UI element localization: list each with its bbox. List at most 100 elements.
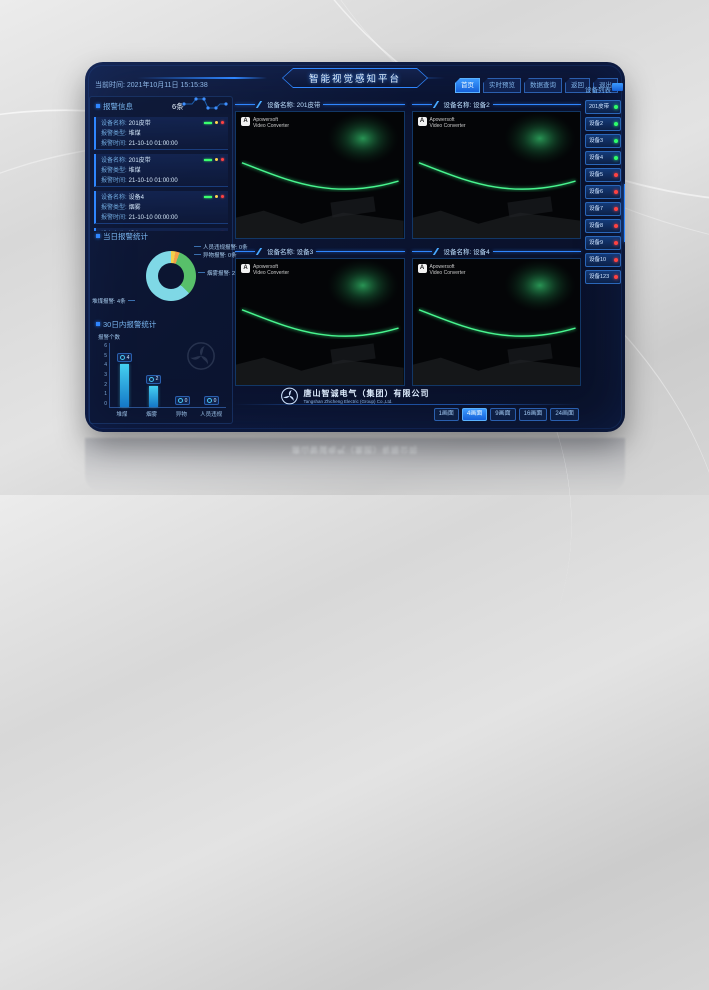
video-panel-title: 设备名称: 设备3 <box>267 246 313 256</box>
device-status-dot <box>614 190 618 194</box>
device-list-tab[interactable] <box>612 83 623 91</box>
header-line <box>323 104 404 105</box>
device-list-item[interactable]: 设备5 <box>585 168 621 182</box>
nav-button[interactable]: 首页 <box>455 78 480 93</box>
slash-decor-icon <box>256 101 266 108</box>
alarm-card[interactable]: 设备名称:201皮带 报警类型:堆煤 报警时间:21-10-10 01:00:0… <box>94 154 228 187</box>
layout-button[interactable]: 1画面 <box>434 408 459 421</box>
device-status-dot <box>614 224 618 228</box>
bullet-icon <box>96 104 100 108</box>
alarm-list: 设备名称:201皮带 报警类型:堆煤 报警时间:21-10-10 01:00:0… <box>94 117 228 231</box>
yellow-led-icon <box>215 195 218 198</box>
current-time: 当前时间: 2021年10月11日 15:15:38 <box>95 80 208 90</box>
video-frame: A Apowersoft Video Converter <box>235 111 405 239</box>
alarm-type-row: 报警类型:堆煤 <box>101 166 224 176</box>
video-watermark: A Apowersoft Video Converter <box>418 117 466 129</box>
device-list-item[interactable]: 设备7 <box>585 202 621 216</box>
video-panel-header: 设备名称: 201皮带 <box>235 98 405 110</box>
bar-chart-yaxis: 6543210 <box>98 343 109 407</box>
video-panel-title: 设备名称: 设备2 <box>444 99 490 109</box>
video-panel[interactable]: 设备名称: 设备2 A Apowersoft Video Converter <box>412 98 582 239</box>
device-status-dot <box>614 258 618 262</box>
donut-chart <box>146 251 196 301</box>
device-status-dot <box>614 139 618 143</box>
green-led-icon <box>204 159 212 161</box>
screen-reflection: 唐山智诚电气（集团）有限公司 <box>85 438 625 493</box>
apowersoft-logo-icon: A <box>241 264 250 273</box>
yellow-led-icon <box>215 121 218 124</box>
bar-category-label: 烟雾 <box>137 410 166 418</box>
bar-chart-ylabel: 报警个数 <box>98 333 226 341</box>
device-status-dot <box>614 156 618 160</box>
video-feed <box>236 259 404 385</box>
video-watermark: A Apowersoft Video Converter <box>241 117 289 129</box>
red-led-icon <box>221 158 224 161</box>
video-panel[interactable]: 设备名称: 设备4 A Apowersoft Video Converter <box>412 245 582 386</box>
alarm-type-row: 报警类型:烟雾 <box>101 203 224 213</box>
device-list-item[interactable]: 设备9 <box>585 236 621 250</box>
screen-layout-buttons: 1画面4画面9画面 16画面24画面 <box>434 408 579 421</box>
video-panel[interactable]: 设备名称: 设备3 A Apowersoft Video Converter <box>235 245 405 386</box>
device-list-item[interactable]: 设备123 <box>585 270 621 284</box>
video-panel[interactable]: 设备名称: 201皮带 A Apowersoft Video Converte <box>235 98 405 239</box>
company-logo-icon <box>281 387 299 405</box>
yellow-led-icon <box>215 158 218 161</box>
alarm-status-leds <box>204 158 224 161</box>
monthly-stats-title: 30日内报警统计 <box>96 319 156 330</box>
device-status-dot <box>614 241 618 245</box>
donut-hole <box>158 263 184 289</box>
apowersoft-logo-icon: A <box>418 117 427 126</box>
nav-button[interactable]: 实时预览 <box>483 78 521 93</box>
device-list-item[interactable]: 设备8 <box>585 219 621 233</box>
layout-button[interactable]: 16画面 <box>519 408 548 421</box>
page-title: 智能视觉感知平台 <box>283 69 427 87</box>
watermark-text: Apowersoft Video Converter <box>430 117 466 129</box>
layout-button[interactable]: 9画面 <box>490 408 515 421</box>
device-status-dot <box>614 207 618 211</box>
slash-decor-icon <box>432 101 442 108</box>
donut-label: 异物报警: 0条 <box>194 251 237 259</box>
green-led-icon <box>204 196 212 198</box>
scroll-indicator[interactable] <box>624 184 625 242</box>
device-status-dot <box>614 275 618 279</box>
header-line <box>235 251 255 252</box>
bar: 4 <box>111 343 139 407</box>
video-watermark: A Apowersoft Video Converter <box>418 264 466 276</box>
red-led-icon <box>221 121 224 124</box>
company-brand: 唐山智诚电气（集团）有限公司 Tangshan Zhicheng Electri… <box>281 387 430 405</box>
video-panel-header: 设备名称: 设备4 <box>412 245 582 257</box>
video-feed <box>413 259 581 385</box>
bullet-icon <box>96 234 100 238</box>
alarm-status-leds <box>204 195 224 198</box>
nav-button[interactable]: 数据查询 <box>524 78 562 93</box>
header-line <box>493 251 581 252</box>
donut-label: 堆煤报警: 4条 <box>92 297 137 305</box>
bar: 2 <box>140 343 168 407</box>
alarm-type-row: 报警类型:堆煤 <box>101 129 224 139</box>
device-list-item[interactable]: 设备10 <box>585 253 621 267</box>
layout-button[interactable]: 4画面 <box>462 408 487 421</box>
video-panel-title: 设备名称: 设备4 <box>444 246 490 256</box>
today-stats-title: 当日报警统计 <box>96 231 148 242</box>
alarm-card[interactable]: 设备名称:201皮带 报警类型:堆煤 报警时间:21-10-10 01:00:0… <box>94 117 228 150</box>
alarm-panel: 报警信息 6条 设备名称:201皮带 报警类型:堆煤 报警时间:21-10-10… <box>89 96 233 424</box>
video-frame: A Apowersoft Video Converter <box>412 258 582 386</box>
video-feed <box>236 112 404 238</box>
device-list-item[interactable]: 设备6 <box>585 185 621 199</box>
alarm-time-row: 报警时间:21-10-10 01:00:00 <box>101 139 224 149</box>
device-list-item[interactable]: 201皮带 <box>585 100 621 114</box>
company-name-en: Tangshan Zhicheng Electric (Group) Co.,L… <box>304 399 430 404</box>
bar-category-label: 人员违规 <box>197 410 226 418</box>
alarm-card[interactable]: 设备名称:设备4 报警类型:烟雾 报警时间:21-10-10 00:00:00 <box>94 191 228 224</box>
device-list-item[interactable]: 设备2 <box>585 117 621 131</box>
device-list-item[interactable]: 设备4 <box>585 151 621 165</box>
video-panel-header: 设备名称: 设备2 <box>412 98 582 110</box>
red-led-icon <box>221 195 224 198</box>
header-line <box>493 104 581 105</box>
bar-category-label: 异物 <box>167 410 196 418</box>
company-name-cn: 唐山智诚电气（集团）有限公司 <box>304 388 430 399</box>
device-list-item[interactable]: 设备3 <box>585 134 621 148</box>
bar-category-label: 堆煤 <box>108 410 137 418</box>
header-line <box>412 251 432 252</box>
layout-button[interactable]: 24画面 <box>550 408 579 421</box>
